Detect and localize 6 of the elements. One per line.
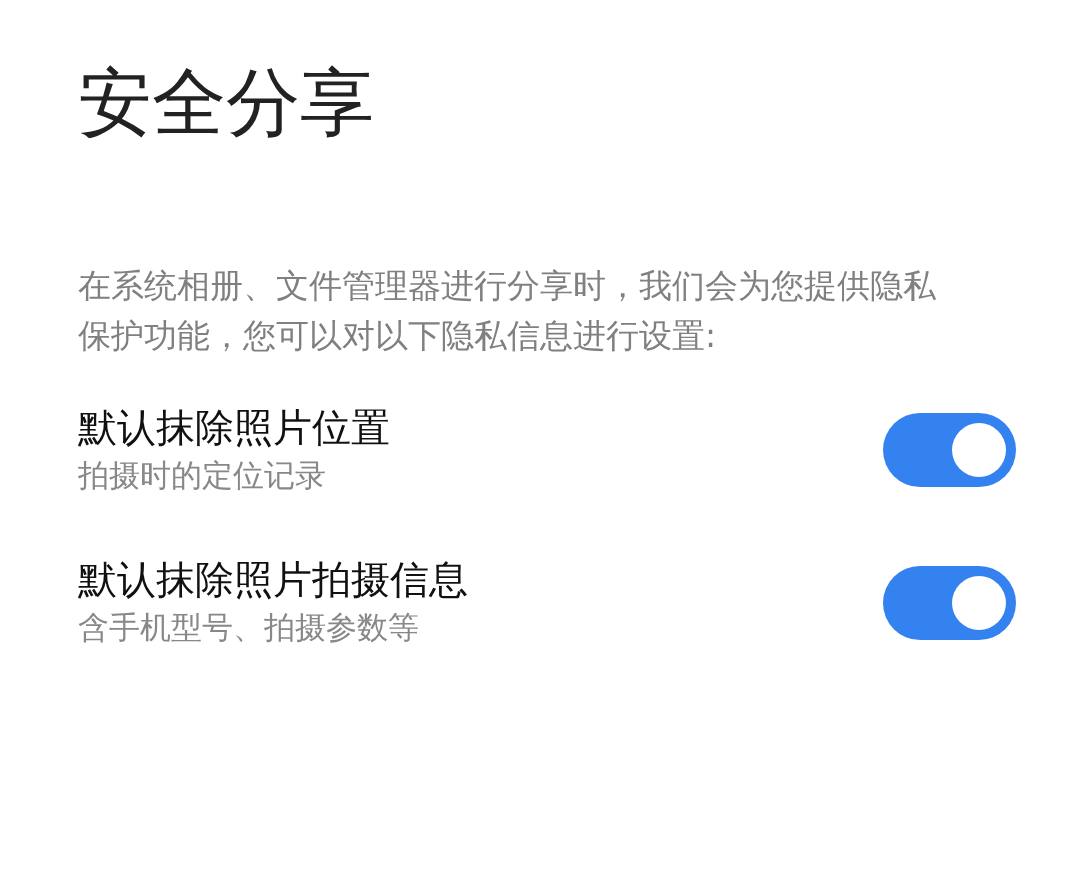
page-title: 安全分享: [78, 62, 375, 144]
setting-label: 默认抹除照片位置: [78, 404, 390, 453]
setting-description: 含手机型号、拍摄参数等: [78, 608, 420, 648]
description-text: 在系统相册、文件管理器进行分享时，我们会为您提供隐私保护功能，您可以对以下隐私信息进行设置:: [78, 265, 937, 358]
setting-description: 拍摄时的定位记录: [78, 456, 327, 496]
setting-label: 默认抹除照片拍摄信息: [78, 556, 468, 605]
